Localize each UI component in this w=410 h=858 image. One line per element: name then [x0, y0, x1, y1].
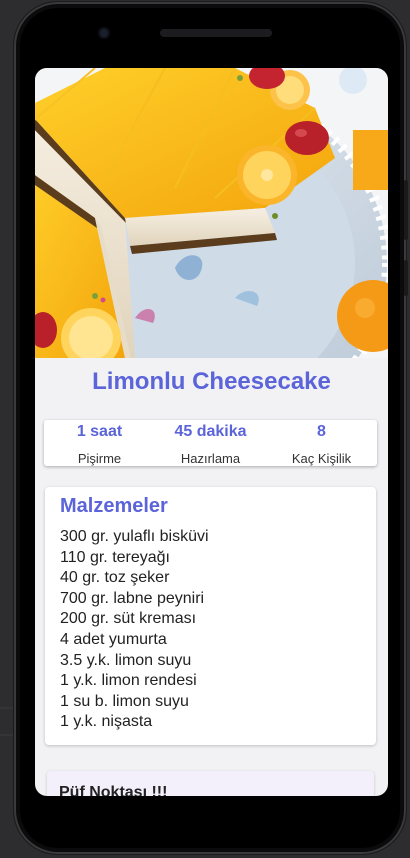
ingredient-item: 300 gr. yulaflı bisküvi — [60, 528, 209, 545]
earpiece-speaker — [160, 29, 272, 37]
ingredients-list: 300 gr. yulaflı bisküvi 110 gr. tereyağı… — [60, 527, 209, 733]
power-button — [404, 260, 408, 296]
front-camera — [98, 27, 110, 39]
ingredient-item: 1 su b. limon suyu — [60, 692, 189, 710]
ingredient-item: 700 gr. labne peyniri — [60, 589, 205, 607]
recipe-title: Limonlu Cheesecake — [92, 368, 331, 395]
stat-value: 1 saat — [76, 423, 123, 440]
recipe-stats-bar: 1 saat Pişirme 45 dakika Hazırlama 8 Kaç… — [44, 420, 377, 466]
stat-value: 45 dakika — [174, 423, 247, 440]
ingredient-item: 1 y.k. nişasta — [60, 713, 153, 731]
app-screen: Limonlu Cheesecake 1 saat Pişirme 45 dak… — [35, 68, 388, 796]
stat-label: Hazırlama — [180, 451, 241, 466]
ingredients-title: Malzemeler — [60, 495, 168, 517]
stat-label: Kaç Kişilik — [291, 451, 352, 466]
recipe-hero-image — [35, 68, 388, 358]
ingredient-item: 110 gr. tereyağı — [60, 548, 170, 566]
volume-button — [404, 180, 408, 240]
ingredient-item: 1 y.k. limon rendesi — [60, 672, 197, 690]
ingredients-card: Malzemeler 300 gr. yulaflı bisküvi 110 g… — [45, 487, 376, 745]
stat-label: Pişirme — [77, 451, 122, 466]
ingredient-item: 4 adet yumurta — [60, 630, 167, 648]
ingredient-item: 40 gr. toz şeker — [60, 569, 170, 587]
ingredient-item: 3.5 y.k. limon suyu — [60, 651, 192, 669]
tip-card[interactable]: Püf Noktası !!! — [47, 771, 374, 796]
stat-value: 8 — [317, 423, 326, 440]
ingredient-item: 200 gr. süt kreması — [60, 610, 197, 628]
tip-title: Püf Noktası !!! — [59, 784, 168, 796]
